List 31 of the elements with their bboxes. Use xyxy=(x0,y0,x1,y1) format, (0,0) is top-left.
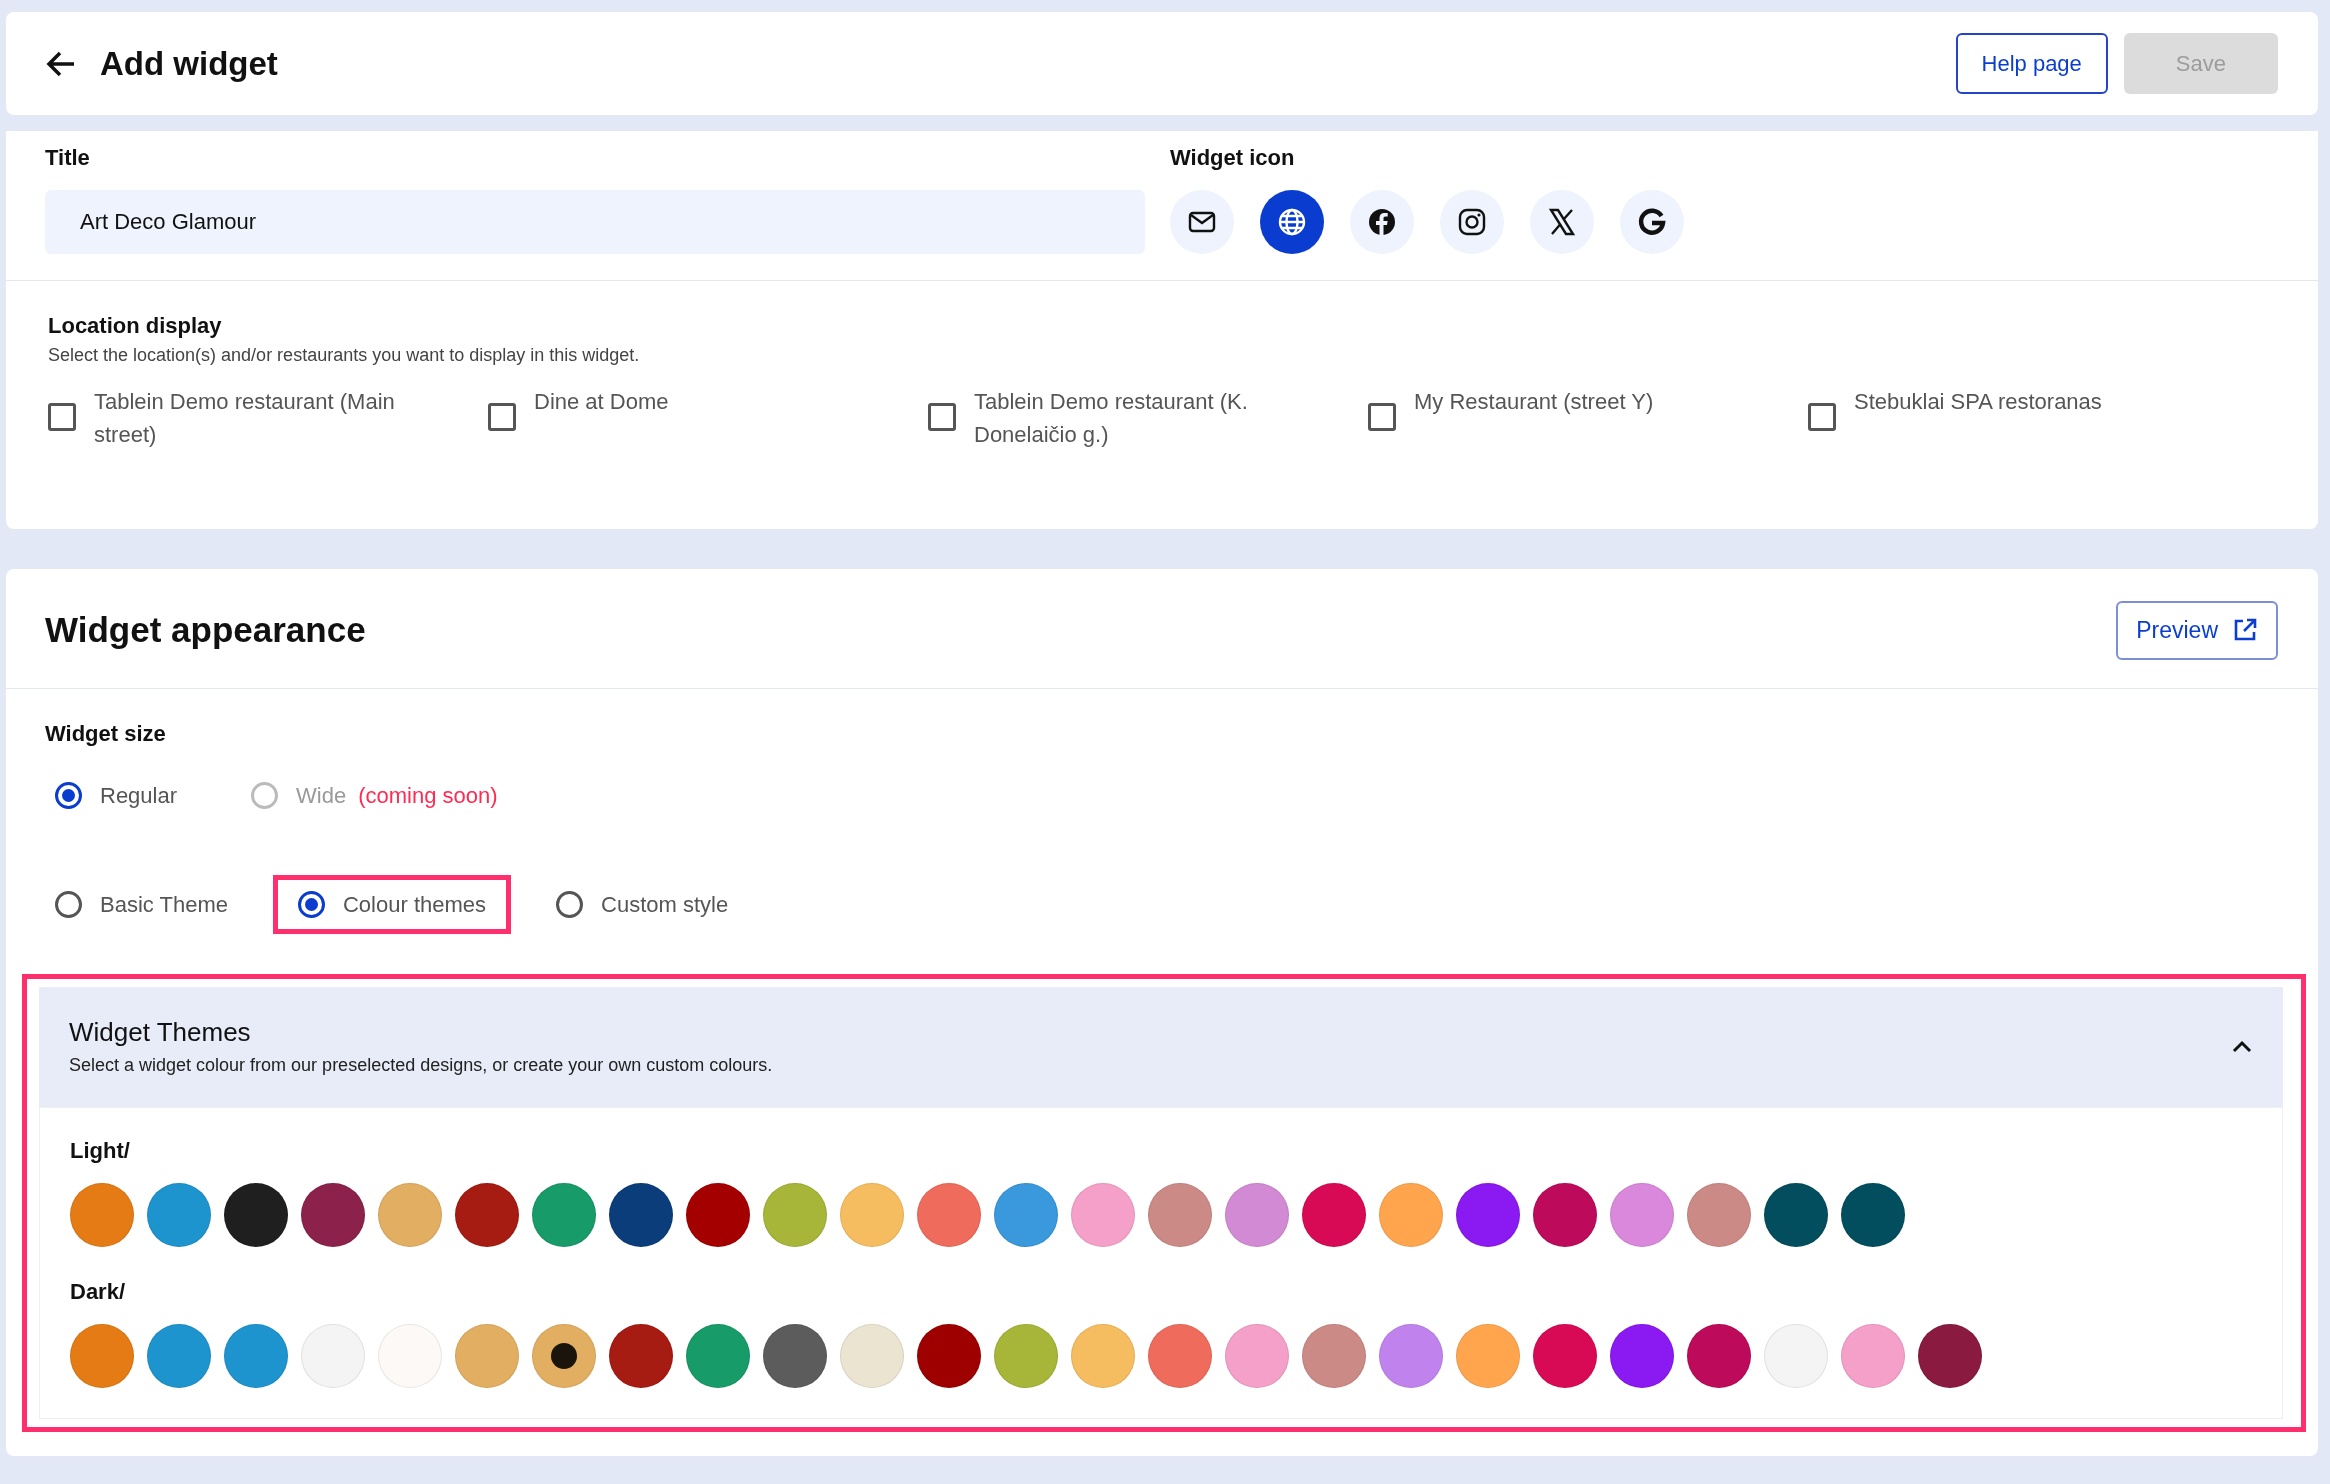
location-option-label[interactable]: Dine at Dome xyxy=(534,385,669,418)
checkbox[interactable] xyxy=(1368,403,1396,431)
panel-subtitle: Select a widget colour from our preselected designs, or create your own custom colours. xyxy=(69,1053,773,1077)
widget-size-label: Widget size xyxy=(45,719,167,748)
title-input-field[interactable]: Art Deco Glamour xyxy=(45,190,1145,254)
title-label: Title xyxy=(45,144,91,172)
location-option-label[interactable]: My Restaurant (street Y) xyxy=(1414,385,1654,418)
help-page-button[interactable]: Help page xyxy=(1955,33,2108,94)
widget-icon-label: Widget icon xyxy=(1170,144,1296,172)
preview-button[interactable]: Preview xyxy=(2116,601,2278,660)
location-option-label[interactable]: Tablein Demo restaurant (K. Donelaičio g.) xyxy=(974,385,1288,451)
size-radio-option[interactable]: Regular xyxy=(38,765,195,825)
back-arrow-icon[interactable] xyxy=(46,49,76,78)
location-option-label[interactable]: Tablein Demo restaurant (Main street) xyxy=(94,385,408,451)
location-display-label: Location display xyxy=(48,312,223,340)
theme-radio-option[interactable]: Custom style xyxy=(539,874,746,934)
checkbox[interactable] xyxy=(928,403,956,431)
collapse-chevron-icon[interactable] xyxy=(2231,1038,2253,1053)
theme-group-label: Dark/ xyxy=(70,1277,127,1306)
checkbox[interactable] xyxy=(48,403,76,431)
checkbox[interactable] xyxy=(1808,403,1836,431)
theme-radio-option[interactable]: Basic Theme xyxy=(38,874,245,934)
checkbox[interactable] xyxy=(488,403,516,431)
section-title: Widget appearance xyxy=(45,609,366,652)
location-option-label[interactable]: Stebuklai SPA restoranas xyxy=(1854,385,2102,418)
location-hint-text: Select the location(s) and/or restaurants you want to display in this widget. xyxy=(48,344,641,367)
size-radio-option: Wide (coming soon) xyxy=(234,765,515,825)
theme-radio-option[interactable]: Colour themes xyxy=(273,874,512,934)
panel-title: Widget Themes xyxy=(69,1015,252,1049)
theme-group-label: Light/ xyxy=(70,1136,131,1165)
page-title: Add widget xyxy=(100,43,278,84)
